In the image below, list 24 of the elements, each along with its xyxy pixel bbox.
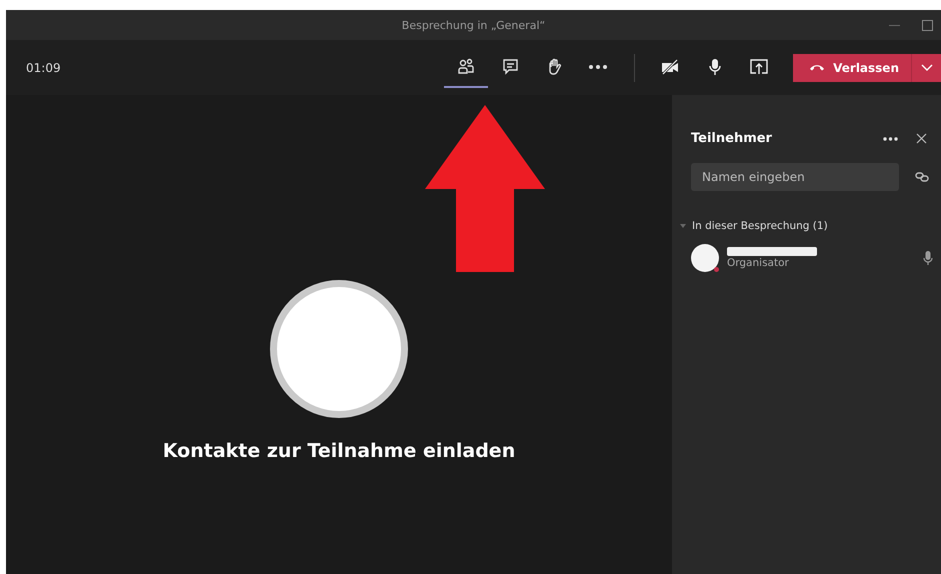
section-header[interactable]: In dieser Besprechung (1): [672, 220, 828, 232]
more-icon: [589, 64, 608, 68]
leave-options-button[interactable]: [911, 54, 941, 82]
window-title: Besprechung in „General“: [402, 18, 546, 32]
chevron-down-icon: [920, 64, 932, 71]
minimize-icon[interactable]: [889, 24, 900, 26]
caret-icon: [680, 223, 686, 229]
invite-heading: Kontakte zur Teilnahme einladen: [162, 440, 516, 462]
participant-role: Organisator: [727, 257, 790, 269]
microphone-icon: [708, 58, 722, 76]
maximize-icon[interactable]: [922, 20, 933, 30]
microphone-icon: [923, 250, 933, 266]
call-timer: 01:09: [26, 60, 61, 74]
share-screen-icon: [750, 58, 768, 74]
hang-up-icon: [809, 64, 826, 71]
leave-button[interactable]: Verlassen: [793, 54, 911, 82]
more-icon: [883, 136, 898, 140]
name-search-field[interactable]: Namen eingeben: [691, 163, 899, 191]
chat-icon: [502, 58, 519, 75]
link-icon: [915, 172, 929, 182]
panel-title: Teilnehmer: [691, 131, 772, 146]
close-icon: [916, 133, 927, 144]
status-dot: [714, 267, 719, 272]
people-icon: [457, 58, 476, 76]
